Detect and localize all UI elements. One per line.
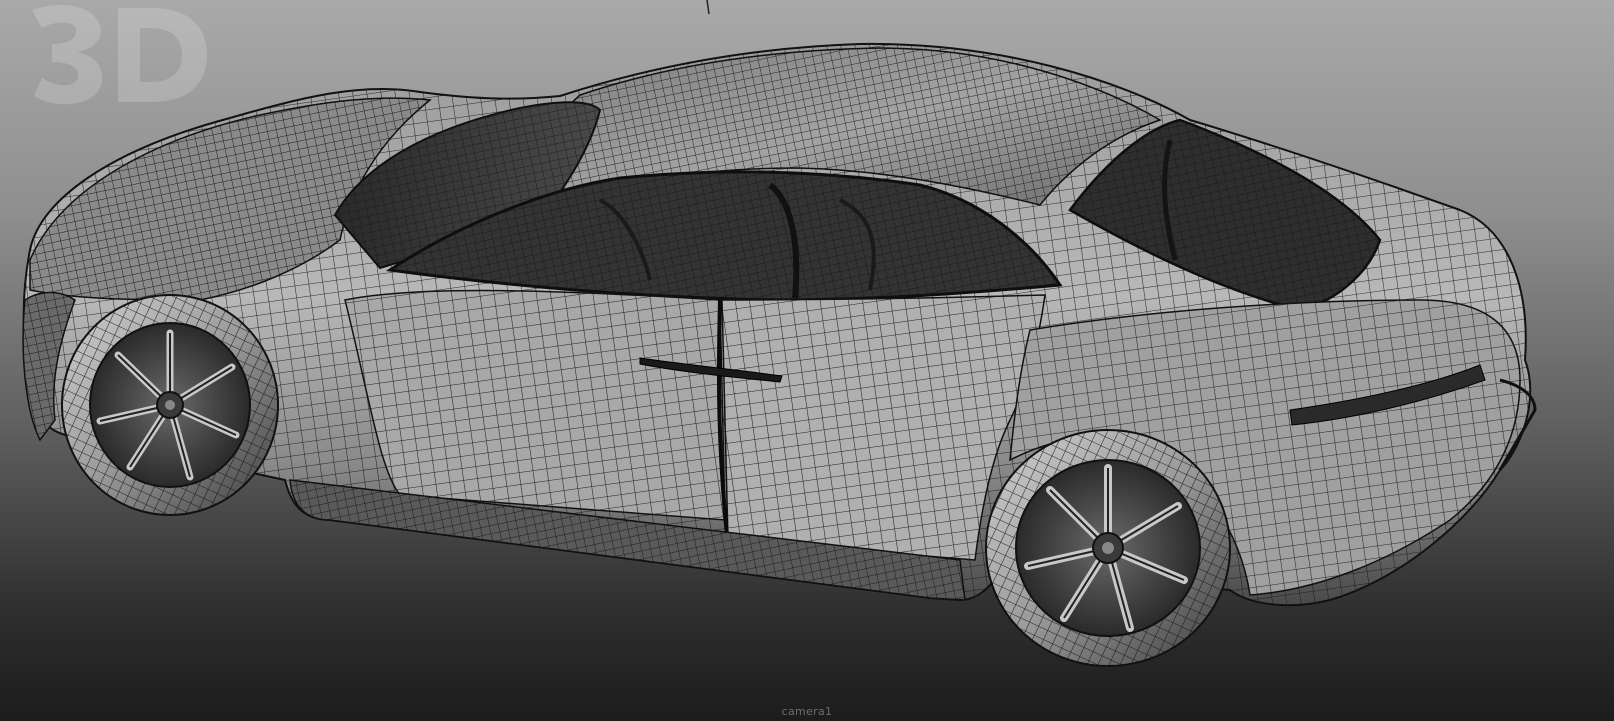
camera-name-label: camera1 (781, 705, 833, 718)
rear-wheel[interactable] (985, 429, 1231, 667)
front-door[interactable] (344, 289, 726, 521)
car-mesh-render[interactable] (0, 0, 1614, 721)
3d-viewport[interactable]: camera1 (0, 0, 1614, 721)
view-axis-tick (706, 0, 710, 15)
front-wheel[interactable] (61, 294, 279, 516)
